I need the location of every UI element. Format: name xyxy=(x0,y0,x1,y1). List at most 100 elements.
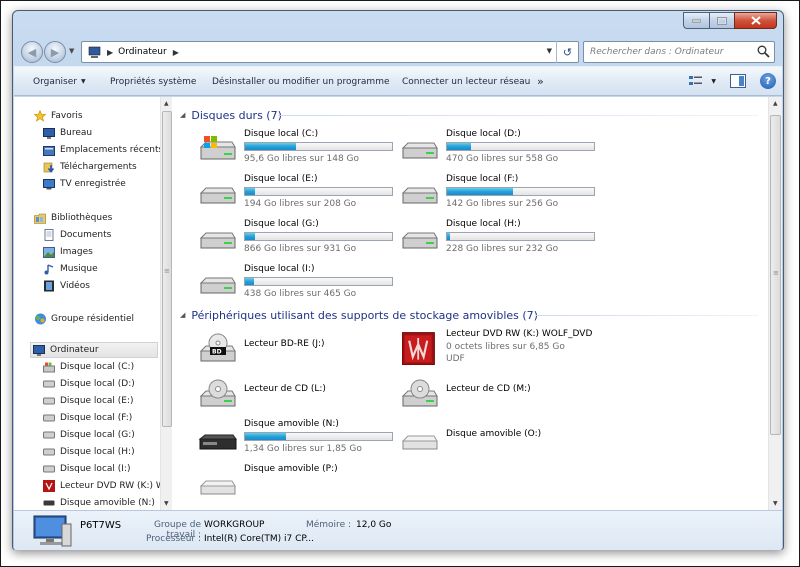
drive-tile-l[interactable]: Lecteur de CD (L:) xyxy=(198,372,394,414)
recent-pages-dropdown[interactable]: ▼ xyxy=(69,47,74,55)
drive-tile-e[interactable]: Disque local (E:) 194 Go libres sur 208 … xyxy=(198,172,394,214)
removable-drive-icon xyxy=(199,480,236,495)
minimize-button[interactable] xyxy=(683,12,709,29)
breadcrumb-arrow-icon[interactable]: ▶ xyxy=(107,48,113,57)
drive-tile-c[interactable]: Disque local (C:) 95,6 Go libres sur 148… xyxy=(198,127,394,169)
uninstall-program-button[interactable]: Désinstaller ou modifier un programme xyxy=(212,77,390,87)
nav-scrollbar[interactable]: ▲ ≡ ▼ xyxy=(160,97,172,510)
command-bar: Organiser ▼ Propriétés système Désinstall… xyxy=(14,66,782,96)
address-dropdown-icon[interactable]: ▼ xyxy=(547,47,552,55)
tv-icon xyxy=(43,178,55,190)
chevron-down-icon: ▼ xyxy=(81,78,86,85)
drive-tile-o[interactable]: Disque amovible (O:) xyxy=(400,417,596,459)
details-pane: P6T7WS Groupe de travail : WORKGROUP Mém… xyxy=(14,510,782,550)
capacity-bar xyxy=(244,142,393,151)
drive-tile-m[interactable]: Lecteur de CD (M:) xyxy=(400,372,596,414)
organize-label: Organiser xyxy=(33,77,77,87)
nav-drive-i[interactable]: Disque local (I:) xyxy=(43,461,130,477)
bluray-drive-icon: BD xyxy=(199,333,236,362)
computer-icon xyxy=(88,46,101,58)
scroll-up-icon[interactable]: ▲ xyxy=(773,100,778,107)
nav-desktop[interactable]: Bureau xyxy=(43,125,92,141)
drive-tile-p[interactable]: Disque amovible (P:) xyxy=(198,462,394,504)
nav-drive-n[interactable]: Disque amovible (N:) xyxy=(43,495,155,510)
scroll-up-icon[interactable]: ▲ xyxy=(164,100,169,107)
address-bar[interactable]: ▶ Ordinateur ▶ ▼ ↺ xyxy=(81,41,579,63)
nav-drive-label: Disque local (D:) xyxy=(60,379,135,389)
maximize-icon xyxy=(717,16,727,25)
nav-homegroup[interactable]: Groupe résidentiel xyxy=(34,311,134,327)
nav-videos[interactable]: Vidéos xyxy=(43,278,90,294)
nav-libraries[interactable]: Bibliothèques xyxy=(34,210,112,226)
scroll-down-icon[interactable]: ▼ xyxy=(164,500,169,507)
drive-tile-n[interactable]: Disque amovible (N:) 1,34 Go libres sur … xyxy=(198,417,394,459)
nav-documents[interactable]: Documents xyxy=(43,227,111,243)
close-button[interactable] xyxy=(734,12,777,29)
homegroup-icon xyxy=(34,313,46,325)
nav-drive-c[interactable]: Disque local (C:) xyxy=(43,359,134,375)
content-scrollbar[interactable]: ▲ ≡ ▼ xyxy=(768,97,782,510)
drive-tile-h[interactable]: Disque local (H:) 228 Go libres sur 232 … xyxy=(400,217,596,259)
nav-favorites[interactable]: Favoris xyxy=(34,108,83,124)
hard-drive-icon xyxy=(199,277,236,294)
drive-tile-k[interactable]: Lecteur DVD RW (K:) WOLF_DVD 0 octets li… xyxy=(400,327,596,369)
minimize-icon xyxy=(692,19,701,22)
nav-pictures[interactable]: Images xyxy=(43,244,93,260)
hard-drive-icon xyxy=(199,232,236,249)
nav-drive-g[interactable]: Disque local (G:) xyxy=(43,427,135,443)
pictures-icon xyxy=(43,246,55,258)
organize-menu[interactable]: Organiser ▼ xyxy=(33,77,86,87)
maximize-button[interactable] xyxy=(709,12,734,29)
search-input[interactable]: Rechercher dans : Ordinateur xyxy=(583,41,775,63)
capacity-bar xyxy=(244,232,393,241)
back-button[interactable]: ◀ xyxy=(21,41,43,63)
preview-pane-icon[interactable] xyxy=(730,74,746,88)
capacity-bar xyxy=(244,432,393,441)
drive-name: Lecteur de CD (M:) xyxy=(446,384,531,394)
drive-tile-j[interactable]: BD Lecteur BD-RE (J:) xyxy=(198,327,394,369)
nav-recent-places[interactable]: Emplacements récents xyxy=(43,142,163,158)
scroll-down-icon[interactable]: ▼ xyxy=(773,500,778,507)
drive-tile-g[interactable]: Disque local (G:) 866 Go libres sur 931 … xyxy=(198,217,394,259)
more-commands-button[interactable]: » xyxy=(537,75,544,88)
hard-drive-icon xyxy=(401,187,438,204)
nav-drive-k[interactable]: Lecteur DVD RW (K:) WO xyxy=(43,478,172,494)
nav-music[interactable]: Musique xyxy=(43,261,98,277)
help-icon: ? xyxy=(765,75,771,87)
nav-downloads[interactable]: Téléchargements xyxy=(43,159,137,175)
system-properties-button[interactable]: Propriétés système xyxy=(110,77,196,87)
drive-tile-d[interactable]: Disque local (D:) 470 Go libres sur 558 … xyxy=(400,127,596,169)
collapse-icon[interactable]: ◢ xyxy=(180,111,185,119)
computer-icon xyxy=(33,515,72,547)
capacity-bar xyxy=(446,142,595,151)
collapse-icon[interactable]: ◢ xyxy=(180,311,185,319)
nav-drive-f[interactable]: Disque local (F:) xyxy=(43,410,132,426)
nav-computer[interactable]: Ordinateur xyxy=(30,342,158,358)
group-header-hard-drives[interactable]: ◢ Disques durs (7) xyxy=(178,107,282,123)
drive-tile-i[interactable]: Disque local (I:) 438 Go libres sur 465 … xyxy=(198,262,394,304)
nav-drive-e[interactable]: Disque local (E:) xyxy=(43,393,134,409)
nav-recorded-tv[interactable]: TV enregistrée xyxy=(43,176,126,192)
svg-text:BD: BD xyxy=(212,349,222,356)
change-view-button[interactable]: ▼ xyxy=(689,75,716,87)
drive-free-space: 194 Go libres sur 208 Go xyxy=(244,199,357,209)
drive-name: Disque local (C:) xyxy=(244,129,319,139)
nav-drive-label: Disque local (H:) xyxy=(60,447,135,457)
capacity-fill xyxy=(245,143,297,150)
breadcrumb-arrow-icon[interactable]: ▶ xyxy=(173,48,179,57)
nav-drive-h[interactable]: Disque local (H:) xyxy=(43,444,135,460)
search-icon xyxy=(757,45,770,58)
nav-drive-d[interactable]: Disque local (D:) xyxy=(43,376,135,392)
help-button[interactable]: ? xyxy=(760,73,776,89)
capacity-fill xyxy=(447,188,514,195)
drive-tile-f[interactable]: Disque local (F:) 142 Go libres sur 256 … xyxy=(400,172,596,214)
group-header-removable[interactable]: ◢ Périphériques utilisant des supports d… xyxy=(178,307,538,323)
nav-favorites-label: Favoris xyxy=(51,111,83,121)
group-header-label: Disques durs (7) xyxy=(191,108,282,122)
forward-button[interactable]: ▶ xyxy=(44,41,66,63)
drive-free-space: 142 Go libres sur 256 Go xyxy=(446,199,559,209)
refresh-button[interactable]: ↺ xyxy=(556,41,578,63)
breadcrumb-computer[interactable]: Ordinateur xyxy=(118,47,167,57)
nav-drive-label: Disque local (C:) xyxy=(60,362,135,372)
map-network-drive-button[interactable]: Connecter un lecteur réseau xyxy=(402,77,530,87)
